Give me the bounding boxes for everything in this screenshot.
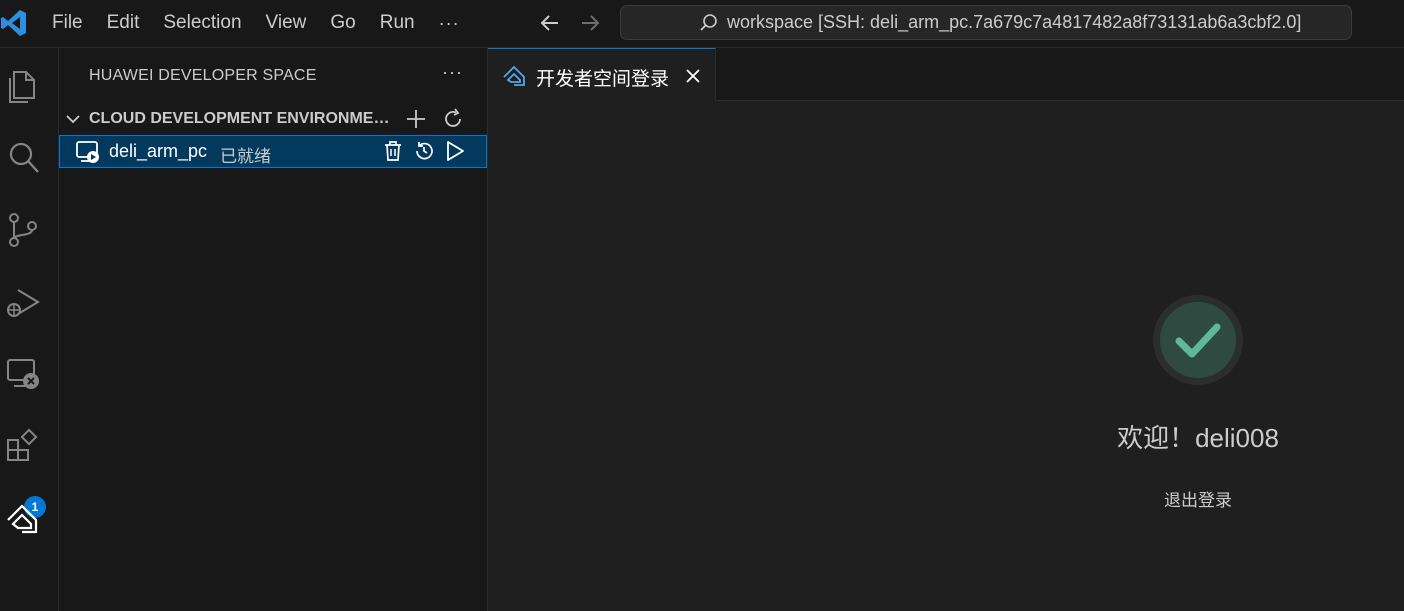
- sidebar: HUAWEI DEVELOPER SPACE ··· CLOUD DEVELOP…: [59, 48, 488, 611]
- environment-status: 已就绪: [220, 147, 271, 166]
- success-check-icon: [1153, 295, 1243, 385]
- section-title: CLOUD DEVELOPMENT ENVIRONMENTS: [89, 110, 401, 127]
- menu-file[interactable]: File: [40, 7, 95, 39]
- environment-item[interactable]: deli_arm_pc 已就绪: [59, 135, 487, 168]
- menu-run[interactable]: Run: [368, 7, 427, 39]
- explorer-icon[interactable]: [4, 66, 42, 106]
- environment-running-icon: [76, 141, 99, 163]
- run-debug-icon[interactable]: [4, 282, 42, 322]
- refresh-icon[interactable]: [442, 108, 464, 130]
- editor-area: 欢迎！deli008 退出登录: [488, 101, 1404, 611]
- menu-view[interactable]: View: [254, 7, 319, 39]
- sidebar-more-button[interactable]: ···: [442, 62, 463, 83]
- editor-tab-bar: 开发者空间登录: [488, 48, 1404, 101]
- play-icon[interactable]: [444, 140, 466, 162]
- menu-go[interactable]: Go: [318, 7, 367, 39]
- title-bar: File Edit Selection View Go Run ··· work…: [0, 0, 1404, 48]
- forward-arrow-icon[interactable]: [577, 10, 603, 36]
- welcome-message: 欢迎！deli008: [1117, 423, 1279, 453]
- activity-bar: 1: [0, 48, 59, 611]
- chevron-down-icon[interactable]: [65, 111, 81, 127]
- logout-link[interactable]: 退出登录: [1148, 486, 1248, 511]
- tab-developer-space-login[interactable]: 开发者空间登录: [488, 48, 716, 101]
- history-icon[interactable]: [413, 140, 435, 162]
- back-arrow-icon[interactable]: [537, 10, 563, 36]
- command-center-search[interactable]: workspace [SSH: deli_arm_pc.7a679c7a4817…: [620, 5, 1352, 40]
- trash-icon[interactable]: [382, 140, 404, 162]
- command-center-text: workspace [SSH: deli_arm_pc.7a679c7a4817…: [727, 12, 1302, 32]
- source-control-icon[interactable]: [4, 210, 42, 250]
- huawei-developer-space-icon[interactable]: [4, 498, 42, 538]
- huawei-developer-space-icon: [503, 65, 525, 86]
- close-icon[interactable]: [684, 67, 702, 85]
- search-icon: [700, 14, 717, 31]
- add-icon[interactable]: [405, 108, 427, 130]
- menu-more-button[interactable]: ···: [427, 7, 472, 39]
- menu-selection[interactable]: Selection: [151, 7, 253, 39]
- environment-name: deli_arm_pc: [109, 141, 208, 161]
- cloud-environments-section-header[interactable]: CLOUD DEVELOPMENT ENVIRONMENTS: [59, 104, 487, 134]
- remote-explorer-icon[interactable]: [4, 354, 42, 394]
- sidebar-title: HUAWEI DEVELOPER SPACE: [89, 67, 317, 84]
- menu-bar: File Edit Selection View Go Run ···: [40, 0, 472, 46]
- vscode-logo-icon[interactable]: [0, 8, 28, 38]
- extensions-icon[interactable]: [4, 426, 42, 466]
- tab-label: 开发者空间登录: [536, 69, 670, 90]
- search-icon[interactable]: [4, 138, 42, 178]
- menu-edit[interactable]: Edit: [95, 7, 152, 39]
